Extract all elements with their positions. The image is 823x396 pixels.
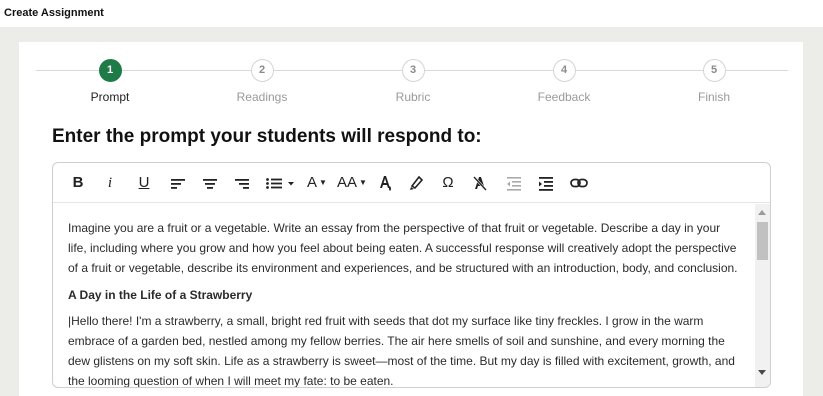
insert-link-button[interactable] (570, 173, 588, 193)
bullet-list-icon (266, 178, 294, 189)
scroll-up-arrow-icon[interactable] (758, 210, 766, 215)
prompt-editor[interactable]: B i U A ▼ AA ▼ Ω Imagine you are a fruit… (52, 162, 771, 388)
essay-paragraph: |Hello there! I'm a strawberry, a small,… (68, 314, 735, 387)
step-label: Readings (236, 90, 288, 104)
font-color-dropdown[interactable]: A ▼ (307, 173, 333, 193)
special-character-icon: Ω (442, 174, 454, 191)
step-rubric[interactable]: 3 Rubric (353, 59, 473, 104)
align-left-button[interactable] (170, 173, 186, 193)
indent-button[interactable] (538, 173, 554, 193)
fill-color-icon (380, 176, 391, 191)
indent-icon (539, 177, 553, 191)
step-label: Feedback (537, 90, 591, 104)
outdent-button[interactable] (506, 173, 522, 193)
editor-scrollbar[interactable] (755, 204, 770, 387)
editor-toolbar: B i U A ▼ AA ▼ Ω (53, 163, 770, 203)
link-icon (570, 178, 588, 188)
editor-content[interactable]: Imagine you are a fruit or a vegetable. … (53, 204, 753, 387)
scroll-thumb[interactable] (757, 222, 768, 260)
step-readings[interactable]: 2 Readings (202, 59, 322, 104)
scroll-down-arrow-icon[interactable] (758, 370, 766, 375)
align-center-button[interactable] (202, 173, 218, 193)
bold-icon: B (72, 174, 84, 191)
font-size-dropdown[interactable]: AA ▼ (337, 173, 367, 193)
page-heading: Enter the prompt your students will resp… (52, 126, 482, 147)
step-number: 3 (401, 59, 425, 82)
step-number: 2 (250, 59, 274, 82)
align-center-icon (203, 179, 217, 189)
align-right-icon (235, 179, 249, 189)
essay-title: A Day in the Life of a Strawberry (68, 288, 253, 302)
step-label: Prompt (90, 90, 130, 104)
step-label: Rubric (395, 90, 431, 104)
highlighter-button[interactable] (408, 173, 424, 193)
prompt-text: Imagine you are a fruit or a vegetable. … (68, 221, 738, 275)
font-color-icon: A (307, 174, 318, 191)
underline-icon: U (138, 174, 150, 191)
app-header: Create Assignment (0, 0, 823, 27)
bold-button[interactable]: B (71, 173, 85, 193)
align-left-icon (171, 179, 185, 189)
step-number: 1 (98, 59, 122, 82)
step-prompt[interactable]: 1 Prompt (50, 59, 170, 104)
chevron-down-icon: ▼ (359, 178, 367, 188)
underline-button[interactable]: U (137, 173, 151, 193)
align-right-button[interactable] (234, 173, 250, 193)
clear-format-button[interactable] (472, 173, 488, 193)
bullet-list-dropdown[interactable] (265, 173, 295, 193)
step-number: 5 (702, 59, 726, 82)
special-character-button[interactable]: Ω (441, 173, 455, 193)
step-feedback[interactable]: 4 Feedback (504, 59, 624, 104)
chevron-down-icon: ▼ (319, 178, 327, 188)
app-title: Create Assignment (4, 7, 104, 19)
fill-color-button[interactable] (377, 173, 393, 193)
font-size-icon: AA (337, 174, 358, 191)
clear-format-icon (473, 176, 487, 191)
step-number: 4 (552, 59, 576, 82)
italic-button[interactable]: i (105, 173, 115, 193)
italic-icon: i (107, 175, 113, 191)
step-finish[interactable]: 5 Finish (654, 59, 774, 104)
step-label: Finish (697, 90, 730, 104)
outdent-icon (507, 177, 521, 191)
highlighter-icon (410, 175, 424, 190)
